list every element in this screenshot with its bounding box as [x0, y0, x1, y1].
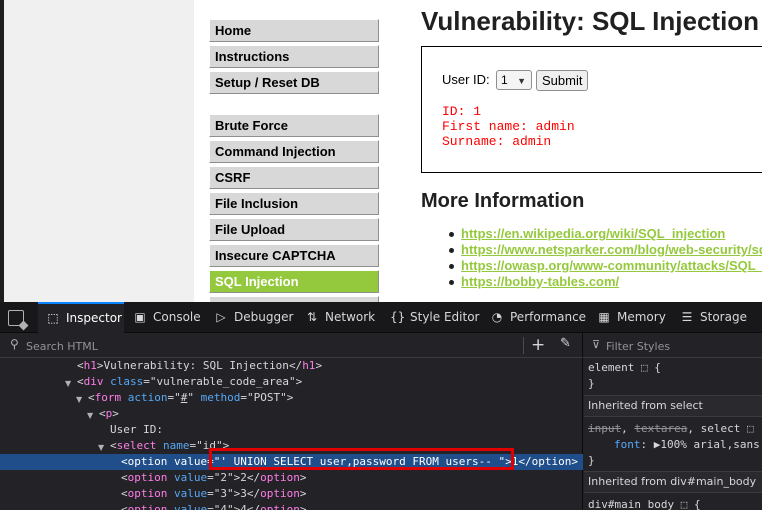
annotation-highlight-box	[209, 448, 514, 470]
menu-item-instructions[interactable]: Instructions	[209, 45, 379, 68]
element-picker-icon[interactable]	[8, 310, 24, 326]
user-id-label: User ID:	[442, 72, 490, 87]
tab-label: Performance	[510, 310, 587, 324]
menu-item-file-inclusion[interactable]: File Inclusion	[209, 192, 379, 215]
divider	[523, 337, 524, 354]
menu-item-command-injection[interactable]: Command Injection	[209, 140, 379, 163]
tab-label: Storage	[700, 310, 747, 324]
tab-debugger[interactable]: ▷ Debugger	[214, 302, 293, 333]
filter-styles-input[interactable]	[606, 338, 756, 354]
tab-performance[interactable]: ◔ Performance	[490, 302, 586, 333]
filter-icon: ⊽	[592, 338, 601, 351]
user-id-select[interactable]: 1 ▼	[496, 70, 532, 90]
search-icon: ⚲	[10, 337, 19, 351]
markup-line-div[interactable]: <div class="vulnerable_code_area">	[0, 374, 583, 390]
storage-icon: ☰	[681, 310, 693, 324]
tab-storage[interactable]: ☰ Storage	[680, 302, 747, 333]
eyedropper-icon[interactable]: ✎	[560, 336, 571, 351]
markup-line-text[interactable]: User ID:	[0, 422, 583, 438]
rule-font-declaration[interactable]: font: ▶100% arial,sans	[614, 437, 760, 453]
tab-label: Network	[325, 310, 376, 324]
user-id-select-value: 1	[501, 73, 508, 87]
rule-main-body[interactable]: div#main_body ⬚ {	[588, 497, 701, 510]
tab-console[interactable]: ▣ Console	[133, 302, 201, 333]
add-node-icon[interactable]: +	[531, 335, 545, 355]
html-search-bar: ⚲ + ✎	[0, 333, 583, 358]
markup-line-option[interactable]: <option value="3">3</option>	[0, 486, 583, 502]
filter-styles-bar: ⊽	[584, 333, 762, 358]
devtools-panel: ⬚ Inspector ▣ Console ▷ Debugger ⇅ Network {…	[0, 302, 762, 510]
rules-view: ⊽ element ⬚ { } Inherited from select in…	[584, 333, 762, 510]
devtools-tabbar: ⬚ Inspector ▣ Console ▷ Debugger ⇅ Network {…	[0, 302, 762, 333]
menu-item-csrf[interactable]: CSRF	[209, 166, 379, 189]
link-owasp[interactable]: https://owasp.org/www-community/attacks/…	[461, 258, 762, 273]
rule-close-brace: }	[588, 377, 595, 390]
markup-line-p[interactable]: <p>	[0, 406, 583, 422]
rule-element[interactable]: element ⬚ {	[588, 360, 661, 376]
result-surname: Surname: admin	[442, 134, 552, 149]
inherited-body-header: Inherited from div#main_body	[584, 471, 762, 493]
debugger-icon: ▷	[216, 310, 226, 324]
submit-button[interactable]: Submit	[536, 70, 589, 91]
more-info-heading: More Information	[421, 190, 585, 212]
tab-style-editor[interactable]: {} Style Editor	[390, 302, 479, 333]
markup-line-option[interactable]: <option value="4">4</option>	[0, 502, 583, 510]
inherited-select-header: Inherited from select	[584, 395, 762, 417]
bullet	[449, 264, 454, 269]
console-icon: ▣	[134, 310, 146, 324]
inspector-icon: ⬚	[47, 311, 59, 325]
link-bobby-tables[interactable]: https://bobby-tables.com/	[461, 274, 619, 289]
search-html-input[interactable]	[26, 338, 516, 354]
tab-label: Console	[153, 310, 201, 324]
markup-line-h1[interactable]: <h1>Vulnerability: SQL Injection</h1>	[0, 358, 583, 374]
network-icon: ⇅	[306, 310, 318, 324]
rule-inherited-select[interactable]: input, textarea, select ⬚	[588, 421, 754, 437]
menu-item-sql-injection[interactable]: SQL Injection	[209, 270, 379, 293]
bullet	[449, 248, 454, 253]
left-panel	[4, 0, 194, 302]
result-first-name: First name: admin	[442, 119, 575, 134]
menu-item-home[interactable]: Home	[209, 19, 379, 42]
tab-memory[interactable]: ▦ Memory	[597, 302, 666, 333]
menu-item-setup[interactable]: Setup / Reset DB	[209, 71, 379, 94]
result-id: ID: 1	[442, 104, 482, 119]
rule-close-brace: }	[588, 454, 595, 467]
menu-item-file-upload[interactable]: File Upload	[209, 218, 379, 241]
tab-inspector[interactable]: ⬚ Inspector	[38, 302, 124, 333]
tab-label: Inspector	[66, 311, 122, 325]
link-netsparker[interactable]: https://www.netsparker.com/blog/web-secu…	[461, 242, 762, 257]
link-wikipedia[interactable]: https://en.wikipedia.org/wiki/SQL_inject…	[461, 226, 725, 241]
tab-label: Memory	[617, 310, 666, 324]
tab-label: Debugger	[234, 310, 294, 324]
chevron-down-icon: ▼	[517, 76, 526, 86]
performance-icon: ◔	[491, 310, 503, 324]
markup-line-form[interactable]: <form action="#" method="POST">	[0, 390, 583, 406]
markup-view: ⚲ + ✎ <h1>Vulnerability: SQL Injection</…	[0, 333, 583, 510]
bullet	[449, 280, 454, 285]
bullet	[449, 232, 454, 237]
page-title: Vulnerability: SQL Injection	[421, 6, 760, 36]
tab-label: Style Editor	[410, 310, 480, 324]
markup-line-option[interactable]: <option value="2">2</option>	[0, 470, 583, 486]
memory-icon: ▦	[598, 310, 610, 324]
tab-network[interactable]: ⇅ Network	[305, 302, 375, 333]
menu-item-insecure-captcha[interactable]: Insecure CAPTCHA	[209, 244, 379, 267]
web-page: Home Instructions Setup / Reset DB Brute…	[0, 0, 762, 302]
vulnerable-code-area: User ID: 1 ▼ Submit ID: 1 First name: ad…	[421, 46, 762, 173]
style-editor-icon: {}	[390, 310, 406, 324]
menu-item-brute-force[interactable]: Brute Force	[209, 114, 379, 137]
